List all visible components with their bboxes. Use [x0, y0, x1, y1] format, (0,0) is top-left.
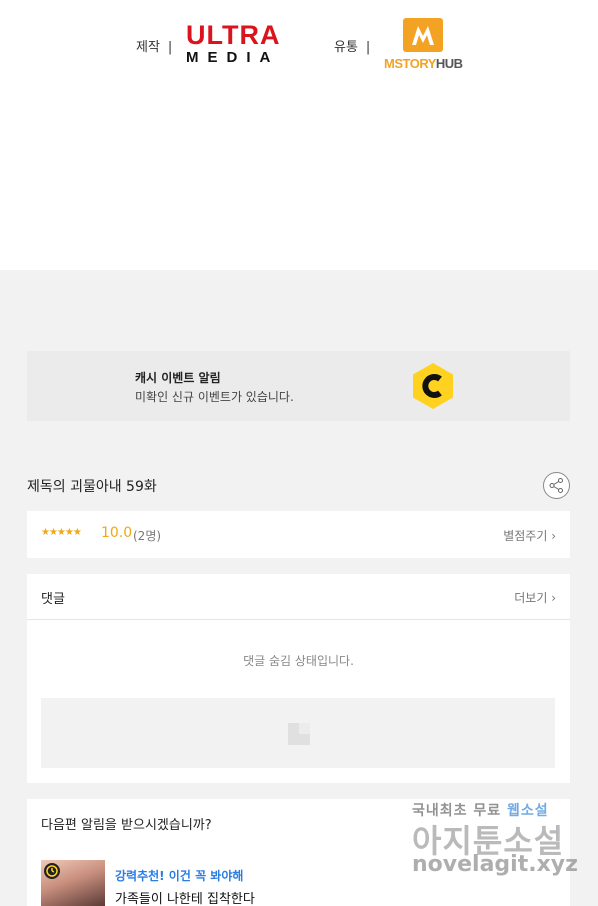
- notify-question[interactable]: 다음편 알림을 받으시겠습니까?: [41, 814, 212, 833]
- recommendation-tag[interactable]: 강력추천! 이건 꼭 봐야해: [115, 867, 243, 884]
- mstory-hub-logo: MSTORYHUB: [384, 18, 464, 72]
- image-placeholder-icon: [288, 723, 310, 745]
- comments-title: 댓글: [41, 592, 65, 607]
- share-button[interactable]: [543, 472, 570, 499]
- ultra-media-logo: ULTRA MEDIA: [186, 20, 281, 66]
- credits-header: 제작 | ULTRA MEDIA 유통 | MSTORYHUB: [0, 0, 598, 270]
- rate-button[interactable]: 별점주기 ›: [503, 527, 556, 544]
- production-label: 제작 |: [136, 40, 173, 55]
- cash-banner-title: 캐시 이벤트 알림: [135, 371, 221, 385]
- cash-event-banner[interactable]: 캐시 이벤트 알림 미확인 신규 이벤트가 있습니다.: [27, 351, 570, 421]
- comments-section: 댓글 더보기 › 댓글 숨김 상태입니다.: [27, 574, 570, 783]
- episode-title: 제독의 괴물아내 59화: [27, 479, 157, 495]
- comments-hidden-message: 댓글 숨김 상태입니다.: [243, 654, 354, 668]
- cash-c-icon: [411, 362, 455, 410]
- rating-stars: ★★★★★: [41, 527, 82, 538]
- clock-icon: [44, 863, 60, 879]
- recommendation-thumbnail[interactable]: [41, 860, 105, 906]
- rating-score: 10.0: [101, 525, 133, 541]
- cash-banner-subtitle: 미확인 신규 이벤트가 있습니다.: [135, 390, 294, 404]
- recommendation-title[interactable]: 가족들이 나한테 집착한다: [115, 888, 255, 906]
- site-watermark: 국내최초 무료 웹소설 아지툰소설 novelagit.xyz: [412, 803, 578, 877]
- rating-box: ★★★★★ 10.0 (2명) 별점주기 ›: [27, 511, 570, 558]
- comment-ad-placeholder: [41, 698, 555, 768]
- mstory-tile-icon: [403, 18, 443, 52]
- rating-count: (2명): [133, 529, 162, 543]
- comments-more-button[interactable]: 더보기 ›: [514, 589, 556, 606]
- distribution-label: 유통 |: [334, 40, 371, 55]
- comments-header: 댓글 더보기 ›: [27, 574, 570, 620]
- share-icon: [549, 478, 563, 493]
